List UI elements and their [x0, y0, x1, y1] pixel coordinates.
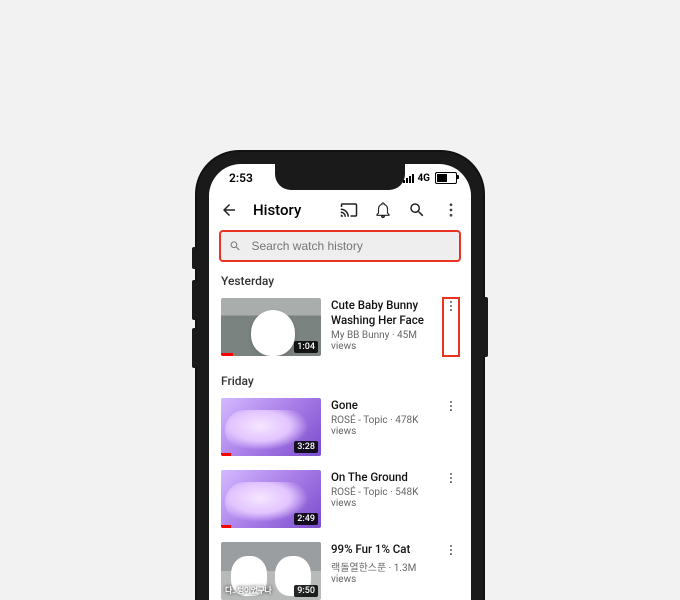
- arrow-left-icon: [220, 201, 238, 219]
- video-duration: 1:04: [294, 341, 318, 353]
- video-menu-button[interactable]: [443, 398, 459, 456]
- app-bar: History: [209, 192, 471, 228]
- video-meta: Gone ROSÉ - Topic · 478K views: [331, 398, 433, 456]
- thumbnail-overlay-text: 다.. 텅이었구나: [225, 585, 271, 596]
- video-meta: 99% Fur 1% Cat 랙돌열한스푼 · 1.3M views: [331, 542, 433, 600]
- video-row[interactable]: 3:28 Gone ROSÉ - Topic · 478K views: [209, 394, 471, 466]
- watch-progress: [221, 453, 231, 456]
- video-title: Cute Baby Bunny Washing Her Face: [331, 298, 433, 328]
- video-subtitle: ROSÉ - Topic · 478K views: [331, 415, 433, 437]
- phone-frame: 2:53 4G History: [197, 152, 483, 600]
- notifications-button[interactable]: [373, 200, 393, 220]
- video-subtitle: My BB Bunny · 45M views: [331, 330, 433, 352]
- video-duration: 9:50: [294, 585, 318, 597]
- cast-button[interactable]: [339, 200, 359, 220]
- search-icon: [229, 239, 241, 253]
- video-row[interactable]: 다.. 텅이었구나 9:50 99% Fur 1% Cat 랙돌열한스푼 · 1.3M…: [209, 538, 471, 600]
- notch: [275, 164, 405, 190]
- video-row[interactable]: 1:04 Cute Baby Bunny Washing Her FaceMy B…: [209, 294, 471, 366]
- video-menu-button[interactable]: [443, 542, 459, 600]
- video-subtitle: ROSÉ - Topic · 548K views: [331, 487, 433, 509]
- back-button[interactable]: [219, 200, 239, 220]
- screen: 2:53 4G History: [209, 164, 471, 600]
- video-title: 99% Fur 1% Cat: [331, 542, 433, 557]
- network-label: 4G: [417, 173, 430, 184]
- video-thumbnail[interactable]: 다.. 텅이었구나 9:50: [221, 542, 321, 600]
- video-thumbnail[interactable]: 1:04: [221, 298, 321, 356]
- video-meta: Cute Baby Bunny Washing Her FaceMy BB Bu…: [331, 298, 433, 356]
- bell-icon: [374, 201, 392, 219]
- search-history-input[interactable]: [249, 238, 451, 254]
- status-time: 2:53: [229, 171, 253, 185]
- watch-progress: [221, 525, 231, 528]
- more-vert-icon: [444, 298, 458, 314]
- video-menu-button[interactable]: [443, 298, 459, 356]
- search-icon: [408, 201, 426, 219]
- video-duration: 3:28: [294, 441, 318, 453]
- more-vert-icon: [444, 470, 458, 486]
- cast-icon: [340, 201, 358, 219]
- signal-icon: [403, 173, 414, 183]
- video-subtitle: 랙돌열한스푼 · 1.3M views: [331, 559, 433, 585]
- section-header: Yesterday: [209, 266, 471, 294]
- video-title: Gone: [331, 398, 433, 413]
- page-title: History: [253, 201, 327, 219]
- overflow-button[interactable]: [441, 200, 461, 220]
- video-thumbnail[interactable]: 2:49: [221, 470, 321, 528]
- search-history-input-wrap[interactable]: [221, 232, 459, 260]
- video-duration: 2:49: [294, 513, 318, 525]
- battery-icon: [435, 172, 457, 184]
- video-meta: On The Ground ROSÉ - Topic · 548K views: [331, 470, 433, 528]
- video-menu-button[interactable]: [443, 470, 459, 528]
- video-thumbnail[interactable]: 3:28: [221, 398, 321, 456]
- video-row[interactable]: 2:49 On The Ground ROSÉ - Topic · 548K vie…: [209, 466, 471, 538]
- more-vert-icon: [442, 201, 460, 219]
- section-header: Friday: [209, 366, 471, 394]
- search-button[interactable]: [407, 200, 427, 220]
- history-list: Yesterday 1:04 Cute Baby Bunny Washing Her…: [209, 266, 471, 600]
- video-title: On The Ground: [331, 470, 433, 485]
- watch-progress: [221, 353, 233, 356]
- more-vert-icon: [444, 398, 458, 414]
- more-vert-icon: [444, 542, 458, 558]
